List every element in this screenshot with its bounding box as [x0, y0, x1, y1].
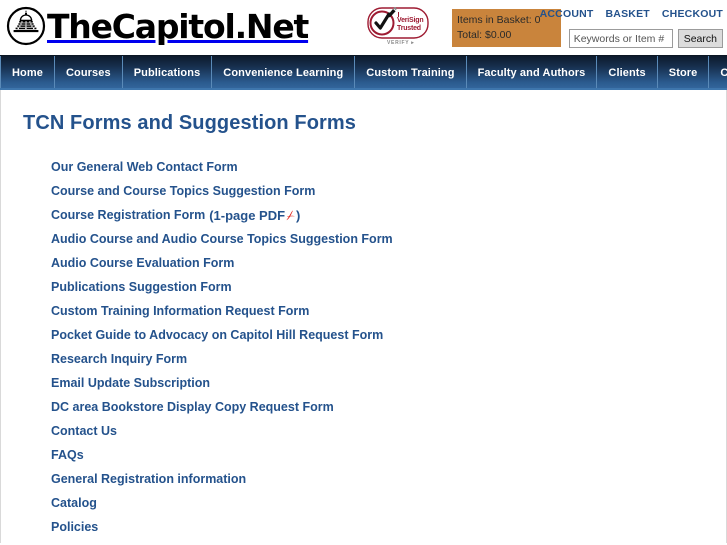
- account-link[interactable]: ACCOUNT: [540, 8, 594, 20]
- link-our-general-web-contact-form[interactable]: Our General Web Contact Form: [51, 160, 238, 175]
- nav-store[interactable]: Store: [658, 56, 710, 90]
- main-navigation: Home Courses Publications Convenience Le…: [0, 55, 727, 90]
- nav-faculty-and-authors[interactable]: Faculty and Authors: [467, 56, 598, 90]
- list-item: Course and Course Topics Suggestion Form: [51, 184, 671, 208]
- link-email-update-subscription[interactable]: Email Update Subscription: [51, 376, 210, 391]
- pdf-note-open-text: (1-page PDF: [209, 208, 286, 223]
- nav-custom-training[interactable]: Custom Training: [355, 56, 467, 90]
- verisign-verify-label: VERIFY ▸: [387, 40, 415, 46]
- account-nav: ACCOUNT BASKET CHECKOUT: [540, 8, 723, 20]
- list-item: Contact Us: [51, 424, 671, 448]
- page-title: TCN Forms and Suggestion Forms: [23, 112, 357, 135]
- list-item: Audio Course Evaluation Form: [51, 256, 671, 280]
- verisign-trusted-seal: VeriSign Trusted VERIFY ▸: [367, 6, 429, 50]
- basket-total: Total: $0.00: [457, 29, 512, 41]
- list-item: Publications Suggestion Form: [51, 280, 671, 304]
- nav-client-care[interactable]: Client Care: [709, 56, 727, 90]
- link-faqs[interactable]: FAQs: [51, 448, 84, 463]
- list-item: Course Registration Form (1-page PDF): [51, 208, 671, 232]
- link-publications-suggestion-form[interactable]: Publications Suggestion Form: [51, 280, 232, 295]
- checkout-link[interactable]: CHECKOUT: [662, 8, 723, 20]
- link-research-inquiry-form[interactable]: Research Inquiry Form: [51, 352, 187, 367]
- page-root: TheCapitol.Net VeriSign Trusted VERIFY ▸…: [0, 0, 727, 545]
- link-catalog[interactable]: Catalog: [51, 496, 97, 511]
- nav-publications[interactable]: Publications: [123, 56, 213, 90]
- pdf-note-close-text: ): [296, 208, 301, 223]
- link-policies[interactable]: Policies: [51, 520, 98, 535]
- link-audio-course-evaluation-form[interactable]: Audio Course Evaluation Form: [51, 256, 234, 271]
- verisign-label: VeriSign Trusted: [397, 17, 424, 32]
- link-dc-area-bookstore-display-copy-request-form[interactable]: DC area Bookstore Display Copy Request F…: [51, 400, 334, 415]
- link-general-registration-information[interactable]: General Registration information: [51, 472, 246, 487]
- search-input[interactable]: [568, 29, 673, 48]
- search-form: Search: [568, 29, 723, 48]
- content-area: TCN Forms and Suggestion Forms Our Gener…: [0, 90, 727, 543]
- course-registration-pdf-note: (1-page PDF): [209, 208, 300, 224]
- link-course-registration-form[interactable]: Course Registration Form: [51, 208, 205, 223]
- nav-convenience-learning[interactable]: Convenience Learning: [212, 56, 356, 90]
- link-audio-course-and-audio-course-topics-suggestion-form[interactable]: Audio Course and Audio Course Topics Sug…: [51, 232, 393, 247]
- list-item: Pocket Guide to Advocacy on Capitol Hill…: [51, 328, 671, 352]
- list-item: FAQs: [51, 448, 671, 472]
- site-logo-text: TheCapitol.Net: [47, 6, 309, 46]
- link-pocket-guide-to-advocacy-on-capitol-hill-request-form[interactable]: Pocket Guide to Advocacy on Capitol Hill…: [51, 328, 383, 343]
- list-item: Email Update Subscription: [51, 376, 671, 400]
- site-header: TheCapitol.Net VeriSign Trusted VERIFY ▸…: [0, 0, 727, 55]
- nav-clients[interactable]: Clients: [597, 56, 658, 90]
- search-button[interactable]: Search: [677, 29, 723, 48]
- basket-link[interactable]: BASKET: [606, 8, 650, 20]
- list-item: General Registration information: [51, 472, 671, 496]
- site-logo[interactable]: TheCapitol.Net: [6, 3, 309, 49]
- forms-link-list: Our General Web Contact Form Course and …: [51, 160, 671, 544]
- list-item: Our General Web Contact Form: [51, 160, 671, 184]
- list-item: Custom Training Information Request Form: [51, 304, 671, 328]
- list-item: DC area Bookstore Display Copy Request F…: [51, 400, 671, 424]
- list-item: Research Inquiry Form: [51, 352, 671, 376]
- list-item: Audio Course and Audio Course Topics Sug…: [51, 232, 671, 256]
- list-item: Catalog: [51, 496, 671, 520]
- link-course-and-course-topics-suggestion-form[interactable]: Course and Course Topics Suggestion Form: [51, 184, 315, 199]
- link-contact-us[interactable]: Contact Us: [51, 424, 117, 439]
- nav-courses[interactable]: Courses: [55, 56, 123, 90]
- pdf-icon: [286, 209, 295, 224]
- list-item: Policies: [51, 520, 671, 544]
- capitol-dome-icon: [6, 6, 46, 46]
- nav-home[interactable]: Home: [0, 56, 55, 90]
- link-custom-training-information-request-form[interactable]: Custom Training Information Request Form: [51, 304, 309, 319]
